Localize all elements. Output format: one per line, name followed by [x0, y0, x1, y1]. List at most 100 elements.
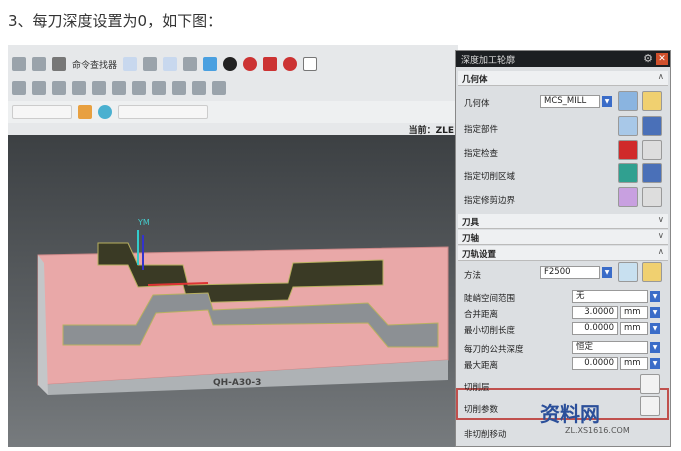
max-distance-input[interactable]: 0.0000	[572, 357, 618, 370]
feature-icon[interactable]	[32, 81, 46, 95]
min-cut-length-input[interactable]: 0.0000	[572, 322, 618, 335]
dialog-title: 深度加工轮廓	[456, 51, 670, 67]
selection-bar	[8, 101, 458, 123]
min-cut-unit-select[interactable]: mm	[620, 322, 648, 335]
new-method-icon[interactable]	[618, 262, 638, 282]
save-icon[interactable]	[32, 57, 46, 71]
shading-icon[interactable]	[183, 57, 198, 71]
axis-label: YM	[137, 218, 150, 227]
operation-icon[interactable]	[172, 81, 186, 95]
section-axis[interactable]: 刀轴 ∨	[458, 230, 668, 245]
watermark-logo: 资料网	[540, 402, 600, 426]
cut-params-icon[interactable]	[640, 396, 660, 416]
method-label: 方法	[464, 271, 482, 281]
view-orient-icon[interactable]	[163, 57, 178, 71]
merge-distance-label: 合并距离	[464, 310, 499, 320]
filter-dropdown[interactable]	[12, 105, 72, 119]
chevron-down-icon[interactable]: ∨	[658, 231, 664, 241]
edit-wrench-icon[interactable]	[642, 91, 662, 111]
layer-icon[interactable]	[303, 57, 318, 71]
section-label: 几何体	[462, 75, 488, 85]
specify-check-label: 指定检查	[464, 149, 499, 159]
geometry-select[interactable]: MCS_MILL	[540, 95, 600, 108]
new-geometry-icon[interactable]	[618, 91, 638, 111]
section3-icon[interactable]	[283, 57, 298, 71]
max-distance-label: 最大距离	[464, 361, 499, 371]
section-label: 刀具	[462, 218, 480, 228]
select-icon[interactable]	[143, 57, 158, 71]
section-path-settings[interactable]: 刀轨设置 ∧	[458, 246, 668, 261]
display-part-icon[interactable]	[642, 116, 662, 136]
undo-icon[interactable]	[52, 57, 66, 71]
specify-trim-icon[interactable]	[618, 187, 638, 207]
chevron-up-icon[interactable]: ∧	[658, 72, 664, 82]
operation-icon[interactable]	[212, 81, 226, 95]
feature-icon[interactable]	[92, 81, 106, 95]
method-select[interactable]: F2500	[540, 266, 600, 279]
display-icon[interactable]	[223, 57, 238, 71]
chevron-down-icon[interactable]: ▼	[650, 342, 660, 353]
merge-distance-input[interactable]: 3.0000	[572, 306, 618, 319]
min-cut-length-label: 最小切削长度	[464, 326, 516, 336]
specify-part-label: 指定部件	[464, 125, 499, 135]
edit-wrench-icon[interactable]	[642, 262, 662, 282]
section-geometry[interactable]: 几何体 ∧	[458, 71, 668, 86]
feature-icon[interactable]	[52, 81, 66, 95]
specify-cut-area-icon[interactable]	[618, 163, 638, 183]
depth-profile-dialog: 深度加工轮廓 ⚙ ✕ 几何体 ∧ 几何体 MCS_MILL ▼ 指定部件 指定检查…	[455, 50, 671, 447]
section-tool[interactable]: 刀具 ∨	[458, 214, 668, 229]
section-icon[interactable]	[243, 57, 258, 71]
part-label: QH-A30-3	[213, 378, 261, 388]
open-icon[interactable]	[12, 57, 26, 71]
operation-icon[interactable]	[112, 81, 126, 95]
chevron-down-icon[interactable]: ▼	[650, 291, 660, 302]
section2-icon[interactable]	[263, 57, 278, 71]
cut-levels-icon[interactable]	[640, 374, 660, 394]
chevron-down-icon[interactable]: ▼	[602, 267, 612, 278]
chevron-down-icon[interactable]: ∨	[658, 215, 664, 225]
toolbar-row-1: 命令查找器	[8, 53, 458, 75]
view-icon[interactable]	[123, 57, 138, 71]
gear-icon[interactable]: ⚙	[643, 52, 653, 65]
non-cut-moves-label: 非切削移动	[464, 430, 507, 440]
toolbar-row-2	[8, 77, 458, 99]
cut-levels-label: 切削层	[464, 383, 490, 393]
steep-label: 陡峭空间范围	[464, 294, 516, 304]
watermark-url: ZL.XS1616.COM	[565, 426, 630, 435]
section-label: 刀轨设置	[462, 250, 497, 260]
specify-check-icon[interactable]	[618, 140, 638, 160]
display-cut-area-icon[interactable]	[642, 163, 662, 183]
operation-icon[interactable]	[132, 81, 146, 95]
operation-icon[interactable]	[152, 81, 166, 95]
specify-cut-area-label: 指定切削区域	[464, 172, 516, 182]
chevron-down-icon[interactable]: ▼	[650, 358, 660, 369]
snap-icon[interactable]	[78, 105, 92, 119]
scope-dropdown[interactable]	[118, 105, 208, 119]
toolbar: 命令查找器 当前：ZLE	[8, 45, 458, 136]
feature-icon[interactable]	[72, 81, 86, 95]
geometry-label: 几何体	[464, 99, 490, 109]
feature-icon[interactable]	[12, 81, 26, 95]
chevron-up-icon[interactable]: ∧	[658, 247, 664, 257]
specify-part-icon[interactable]	[618, 116, 638, 136]
specify-trim-label: 指定修剪边界	[464, 196, 516, 206]
graphics-viewport[interactable]: YM QH-A30-3	[8, 135, 458, 447]
chevron-down-icon[interactable]: ▼	[650, 323, 660, 334]
section-label: 刀轴	[462, 234, 480, 244]
max-distance-unit-select[interactable]: mm	[620, 357, 648, 370]
chevron-down-icon[interactable]: ▼	[602, 96, 612, 107]
article-caption: 3、每刀深度设置为0，如下图：	[8, 12, 223, 30]
cut-params-label: 切削参数	[464, 405, 499, 415]
common-depth-select[interactable]: 恒定	[572, 341, 648, 354]
chevron-down-icon[interactable]: ▼	[650, 307, 660, 318]
operation-icon[interactable]	[192, 81, 206, 95]
cube-icon[interactable]	[203, 57, 218, 71]
close-icon[interactable]: ✕	[656, 53, 668, 65]
snap-icon[interactable]	[98, 105, 112, 119]
display-check-icon[interactable]	[642, 140, 662, 160]
command-finder-button[interactable]: 命令查找器	[72, 58, 117, 71]
common-depth-label: 每刀的公共深度	[464, 345, 524, 355]
display-trim-icon[interactable]	[642, 187, 662, 207]
steep-select[interactable]: 无	[572, 290, 648, 303]
merge-unit-select[interactable]: mm	[620, 306, 648, 319]
